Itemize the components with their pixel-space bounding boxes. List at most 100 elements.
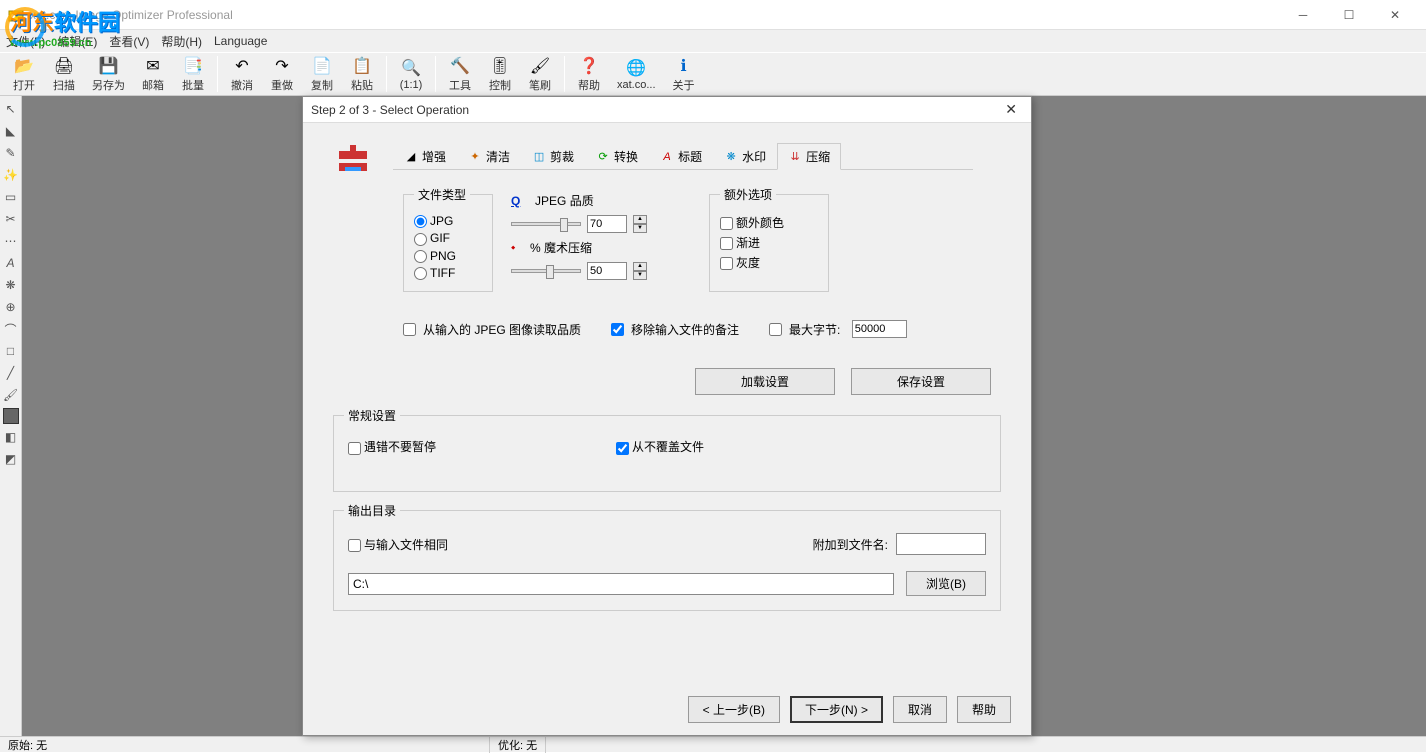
tool-pointer[interactable]: ↖ bbox=[2, 100, 20, 118]
tab-compress[interactable]: ⇊压缩 bbox=[777, 143, 841, 170]
status-original: 原始: 无 bbox=[0, 737, 490, 753]
radio-tiff[interactable]: TIFF bbox=[414, 266, 482, 280]
filetype-fieldset: 文件类型 JPG GIF PNG TIFF bbox=[403, 186, 493, 292]
toolbar-separator bbox=[564, 56, 565, 92]
undo-button[interactable]: ↶撤消 bbox=[222, 54, 262, 95]
tool-more[interactable]: ⋯ bbox=[2, 232, 20, 250]
general-settings-fieldset: 常规设置 遇错不要暂停 从不覆盖文件 bbox=[333, 407, 1001, 492]
suffix-label: 附加到文件名: bbox=[813, 536, 888, 553]
paste-button[interactable]: 📋粘贴 bbox=[342, 54, 382, 95]
minimize-button[interactable]: ─ bbox=[1280, 0, 1326, 30]
tool-brush2[interactable]: 🖌 bbox=[2, 386, 20, 404]
copy-button[interactable]: 📄复制 bbox=[302, 54, 342, 95]
check-progressive[interactable]: 渐进 bbox=[720, 234, 818, 251]
back-button[interactable]: < 上一步(B) bbox=[688, 696, 780, 723]
output-legend: 输出目录 bbox=[344, 502, 400, 519]
next-button[interactable]: 下一步(N) > bbox=[790, 696, 883, 723]
zoom-button[interactable]: 🔍(1:1) bbox=[391, 56, 431, 93]
xat-button[interactable]: 🌐xat.co... bbox=[609, 56, 664, 93]
help-button[interactable]: ❓帮助 bbox=[569, 54, 609, 95]
saveas-button[interactable]: 💾另存为 bbox=[84, 54, 133, 95]
close-button[interactable]: ✕ bbox=[1372, 0, 1418, 30]
menu-view[interactable]: 查看(V) bbox=[109, 33, 149, 50]
dialog-titlebar: Step 2 of 3 - Select Operation ✕ bbox=[303, 97, 1031, 123]
check-grayscale[interactable]: 灰度 bbox=[720, 254, 818, 271]
tab-crop[interactable]: ◫剪裁 bbox=[521, 143, 585, 169]
tool-wand[interactable]: ✨ bbox=[2, 166, 20, 184]
color-swatch[interactable] bbox=[3, 408, 19, 424]
tool-line[interactable]: ╱ bbox=[2, 364, 20, 382]
browse-button[interactable]: 浏览(B) bbox=[906, 571, 986, 596]
swatch-toggle[interactable]: ◧ bbox=[2, 428, 20, 446]
tool-spray[interactable]: ❋ bbox=[2, 276, 20, 294]
status-optimized: 优化: 无 bbox=[490, 737, 546, 753]
check-no-overwrite[interactable]: 从不覆盖文件 bbox=[616, 438, 704, 455]
jpeg-quality-spinner[interactable]: ▲▼ bbox=[633, 215, 647, 233]
tool-eyedrop[interactable]: ✎ bbox=[2, 144, 20, 162]
menu-help[interactable]: 帮助(H) bbox=[161, 33, 202, 50]
batch-button[interactable]: 📑批量 bbox=[173, 54, 213, 95]
tool-text[interactable]: A bbox=[2, 254, 20, 272]
convert-icon: ⟳ bbox=[596, 150, 610, 164]
load-settings-button[interactable]: 加载设置 bbox=[695, 368, 835, 395]
radio-jpg[interactable]: JPG bbox=[414, 214, 482, 228]
tool-image[interactable]: ▭ bbox=[2, 188, 20, 206]
tab-watermark[interactable]: ❋水印 bbox=[713, 143, 777, 169]
tool-fill[interactable]: ◣ bbox=[2, 122, 20, 140]
check-no-pause[interactable]: 遇错不要暂停 bbox=[348, 438, 436, 455]
dialog-help-button[interactable]: 帮助 bbox=[957, 696, 1011, 723]
cancel-button[interactable]: 取消 bbox=[893, 696, 947, 723]
swatch-reset[interactable]: ◩ bbox=[2, 450, 20, 468]
q-icon: Q bbox=[511, 194, 520, 208]
statusbar: 原始: 无 优化: 无 bbox=[0, 736, 1426, 752]
scan-button[interactable]: 🖨扫描 bbox=[44, 54, 84, 95]
suffix-input[interactable] bbox=[896, 533, 986, 555]
menu-edit[interactable]: 编辑(E) bbox=[57, 33, 97, 50]
check-remove-comments[interactable]: 移除输入文件的备注 bbox=[611, 320, 739, 338]
output-path-input[interactable] bbox=[348, 573, 894, 595]
jpeg-quality-slider[interactable] bbox=[511, 222, 581, 226]
extra-options-fieldset: 额外选项 额外颜色 渐进 灰度 bbox=[709, 186, 829, 292]
watermark-icon: ❋ bbox=[724, 150, 738, 164]
check-same-as-input[interactable]: 与输入文件相同 bbox=[348, 536, 813, 553]
magic-compress-input[interactable] bbox=[587, 262, 627, 280]
tab-clean[interactable]: ✦清洁 bbox=[457, 143, 521, 169]
tab-title[interactable]: A标题 bbox=[649, 143, 713, 169]
jpeg-quality-input[interactable] bbox=[587, 215, 627, 233]
enhance-icon: ◢ bbox=[404, 150, 418, 164]
check-max-bytes[interactable]: 最大字节: bbox=[769, 320, 907, 338]
menu-language[interactable]: Language bbox=[214, 34, 267, 48]
redo-button[interactable]: ↷重做 bbox=[262, 54, 302, 95]
brush-button[interactable]: 🖌笔刷 bbox=[520, 54, 560, 95]
open-button[interactable]: 📂打开 bbox=[4, 54, 44, 95]
check-extra-color[interactable]: 额外颜色 bbox=[720, 214, 818, 231]
magic-compress-label: % 魔术压缩 bbox=[530, 239, 592, 256]
mail-icon: ✉ bbox=[143, 56, 163, 76]
maximize-button[interactable]: ☐ bbox=[1326, 0, 1372, 30]
tab-enhance[interactable]: ◢增强 bbox=[393, 143, 457, 169]
radio-png[interactable]: PNG bbox=[414, 249, 482, 263]
magic-compress-spinner[interactable]: ▲▼ bbox=[633, 262, 647, 280]
radio-gif[interactable]: GIF bbox=[414, 231, 482, 245]
about-button[interactable]: ℹ关于 bbox=[664, 54, 704, 95]
tool-curve[interactable]: ⌒ bbox=[2, 320, 20, 338]
control-button[interactable]: 🎚控制 bbox=[480, 54, 520, 95]
mail-button[interactable]: ✉邮箱 bbox=[133, 54, 173, 95]
tool-crop[interactable]: ✂ bbox=[2, 210, 20, 228]
check-read-quality[interactable]: 从输入的 JPEG 图像读取品质 bbox=[403, 320, 581, 338]
brush-icon: 🖌 bbox=[530, 56, 550, 76]
zoom-icon: 🔍 bbox=[401, 58, 421, 78]
help-icon: ❓ bbox=[579, 56, 599, 76]
magic-compress-slider[interactable] bbox=[511, 269, 581, 273]
folder-open-icon: 📂 bbox=[14, 56, 34, 76]
tools-button[interactable]: 🔨工具 bbox=[440, 54, 480, 95]
tab-convert[interactable]: ⟳转换 bbox=[585, 143, 649, 169]
side-toolbox: ↖ ◣ ✎ ✨ ▭ ✂ ⋯ A ❋ ⊕ ⌒ □ ╱ 🖌 ◧ ◩ bbox=[0, 96, 22, 736]
save-settings-button[interactable]: 保存设置 bbox=[851, 368, 991, 395]
tool-clone[interactable]: ⊕ bbox=[2, 298, 20, 316]
dialog-close-button[interactable]: ✕ bbox=[999, 99, 1023, 120]
tool-rect[interactable]: □ bbox=[2, 342, 20, 360]
max-bytes-input[interactable] bbox=[852, 320, 907, 338]
menu-file[interactable]: 文件(F) bbox=[6, 33, 45, 50]
title-icon: A bbox=[660, 150, 674, 164]
